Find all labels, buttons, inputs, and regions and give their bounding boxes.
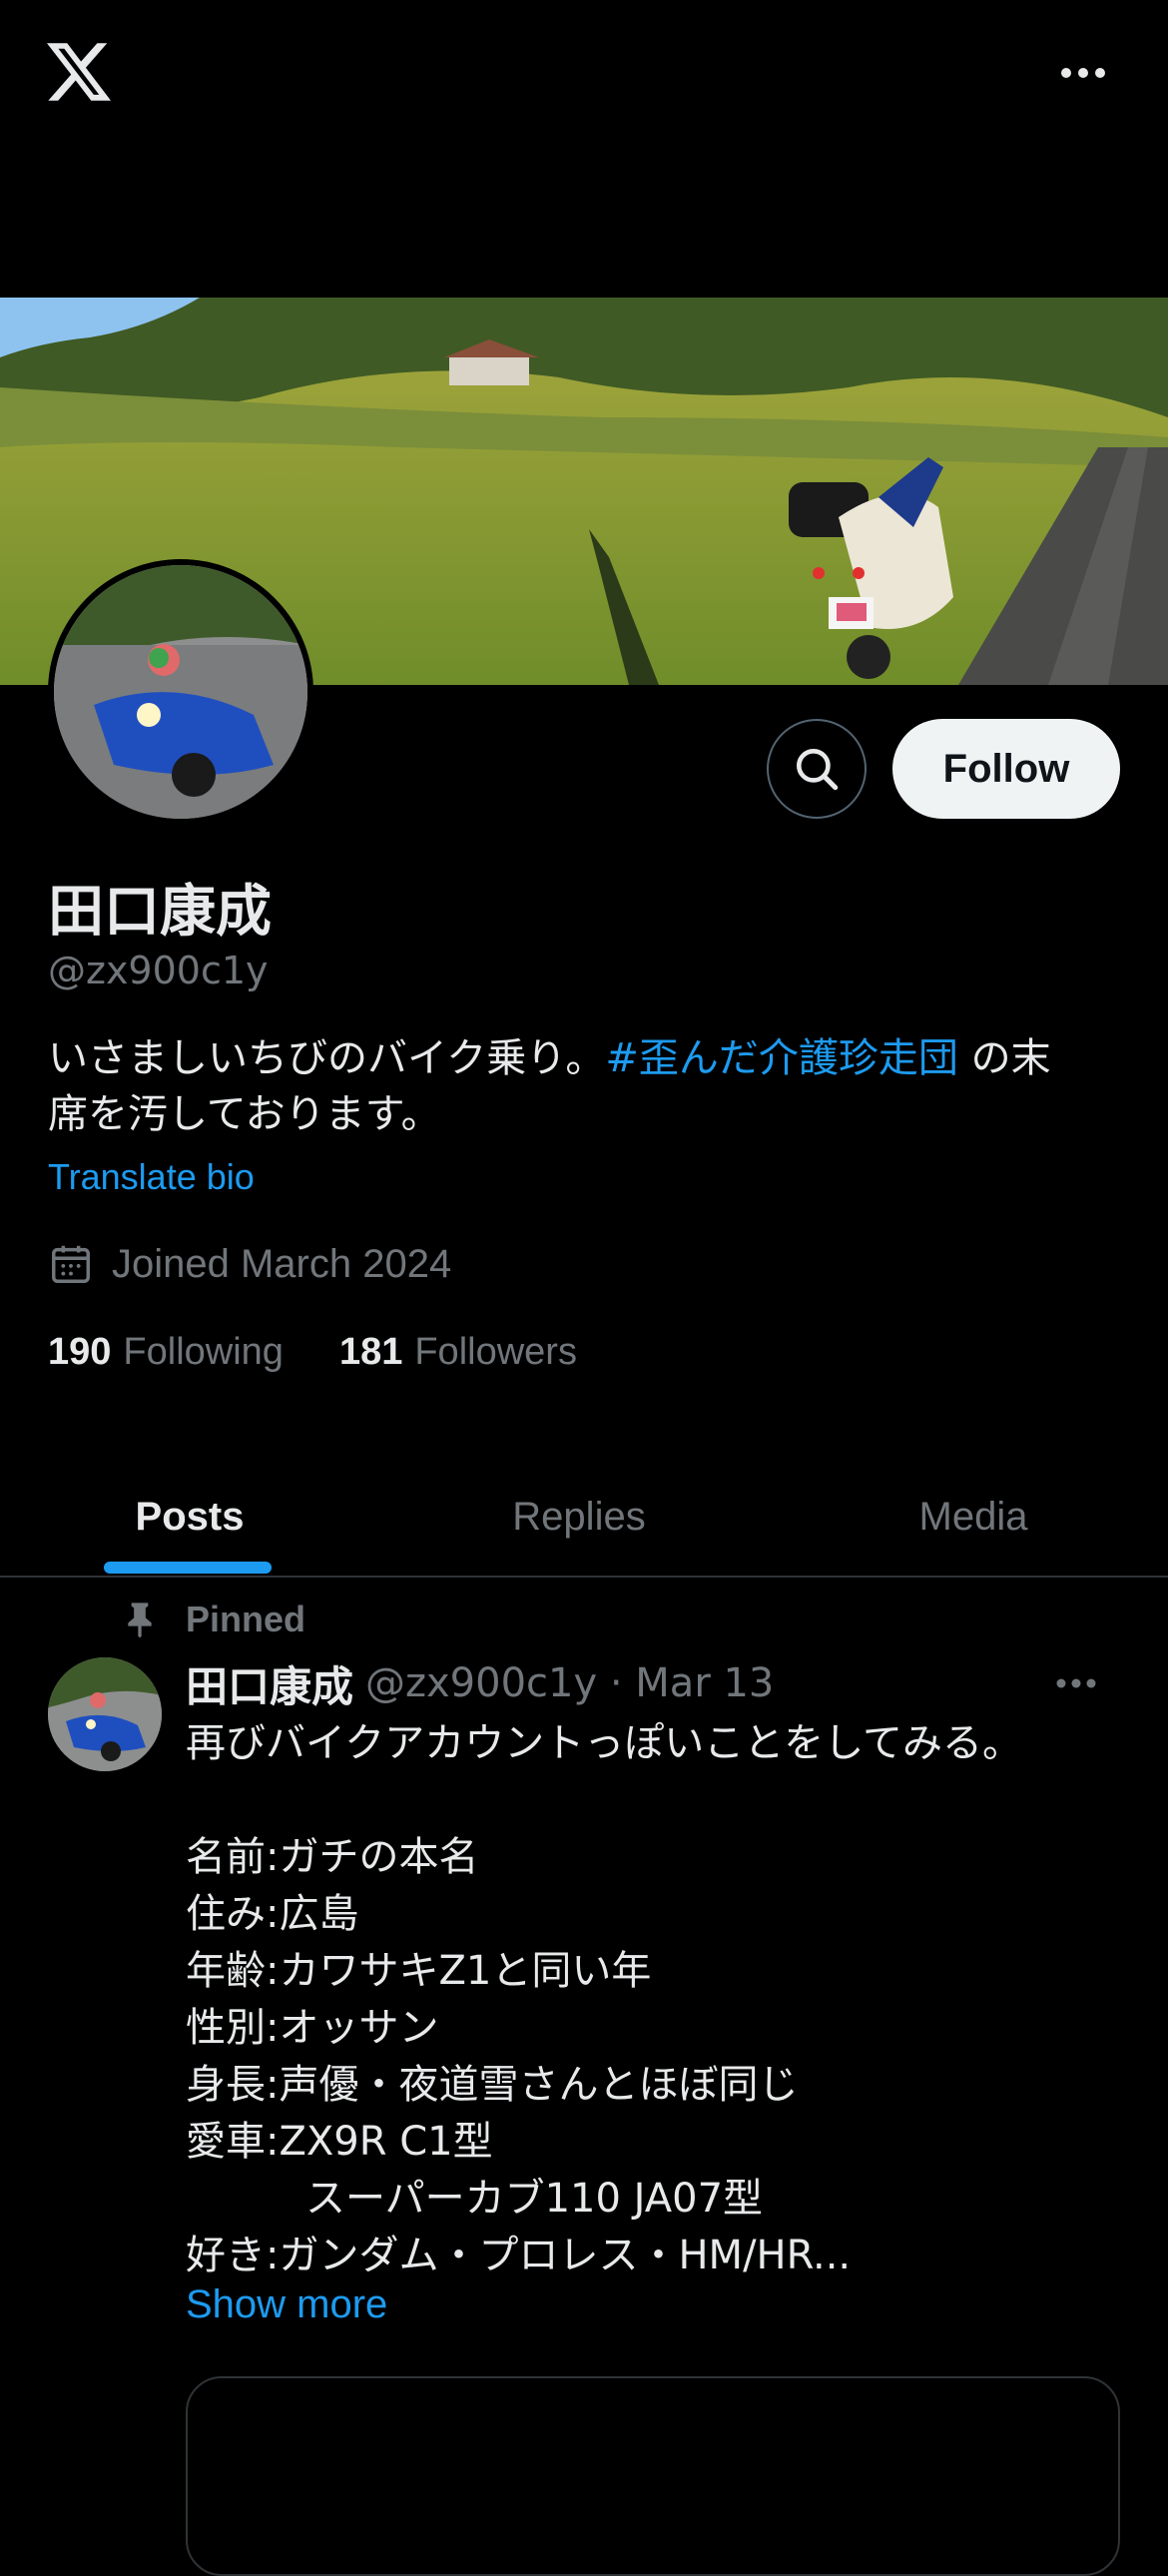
pinned-text: Pinned <box>186 1599 306 1639</box>
followers-label[interactable]: Followers <box>414 1331 577 1374</box>
following-label[interactable]: Following <box>123 1331 284 1374</box>
top-bar <box>0 0 1168 150</box>
bio-text: いさましいちびのバイク乗り。 <box>48 1035 606 1081</box>
search-icon <box>797 749 839 791</box>
post-more-icon[interactable] <box>1054 1669 1098 1697</box>
following-count[interactable]: 190 <box>48 1331 111 1374</box>
tab-posts[interactable]: Posts <box>0 1458 379 1576</box>
x-logo-icon[interactable] <box>46 40 112 104</box>
post-text: 再びバイクアカウントっぽいことをしてみる。 名前:ガチの本名 住み:広島 年齢:… <box>186 1720 1022 2278</box>
post-author-name[interactable]: 田口康成 <box>186 1653 353 1714</box>
active-tab-indicator <box>104 1562 272 1574</box>
profile-tabs: Posts Replies Media <box>0 1458 1168 1578</box>
tab-media[interactable]: Media <box>789 1458 1158 1576</box>
profile-avatar[interactable] <box>48 559 313 825</box>
follow-button[interactable]: Follow <box>892 719 1120 819</box>
bio-text-line2: 席を汚しております。 <box>48 1091 441 1137</box>
pin-icon <box>128 1603 152 1638</box>
profile-name: 田口康成 <box>48 880 272 945</box>
profile-handle: @zx900c1y <box>48 949 269 992</box>
post-meta[interactable]: @zx900c1y · Mar 13 <box>365 1660 774 1706</box>
post-header: 田口康成 @zx900c1y · Mar 13 <box>186 1653 774 1713</box>
bio-text-rest: の末 <box>957 1035 1051 1081</box>
followers-count[interactable]: 181 <box>339 1331 402 1374</box>
translate-bio-link[interactable]: Translate bio <box>48 1156 255 1198</box>
joined-date: Joined March 2024 <box>48 1236 451 1292</box>
post-media-card[interactable] <box>186 2376 1120 2576</box>
more-horizontal-icon[interactable] <box>1058 58 1108 88</box>
calendar-icon <box>52 1245 90 1283</box>
joined-text: Joined March 2024 <box>112 1241 452 1286</box>
pinned-label: Pinned <box>120 1592 305 1647</box>
post-author-avatar[interactable] <box>48 1657 162 1771</box>
show-more-link[interactable]: Show more <box>186 2282 387 2327</box>
follow-stats: 190 Following 181 Followers <box>48 1326 633 1378</box>
tab-replies[interactable]: Replies <box>389 1458 769 1576</box>
bio-hashtag-link[interactable]: #歪んだ介護珍走団 <box>605 1035 958 1081</box>
search-profile-button[interactable] <box>767 719 867 819</box>
profile-bio: いさましいちびのバイク乗り。#歪んだ介護珍走団 の末 席を汚しております。 <box>48 1030 1126 1142</box>
